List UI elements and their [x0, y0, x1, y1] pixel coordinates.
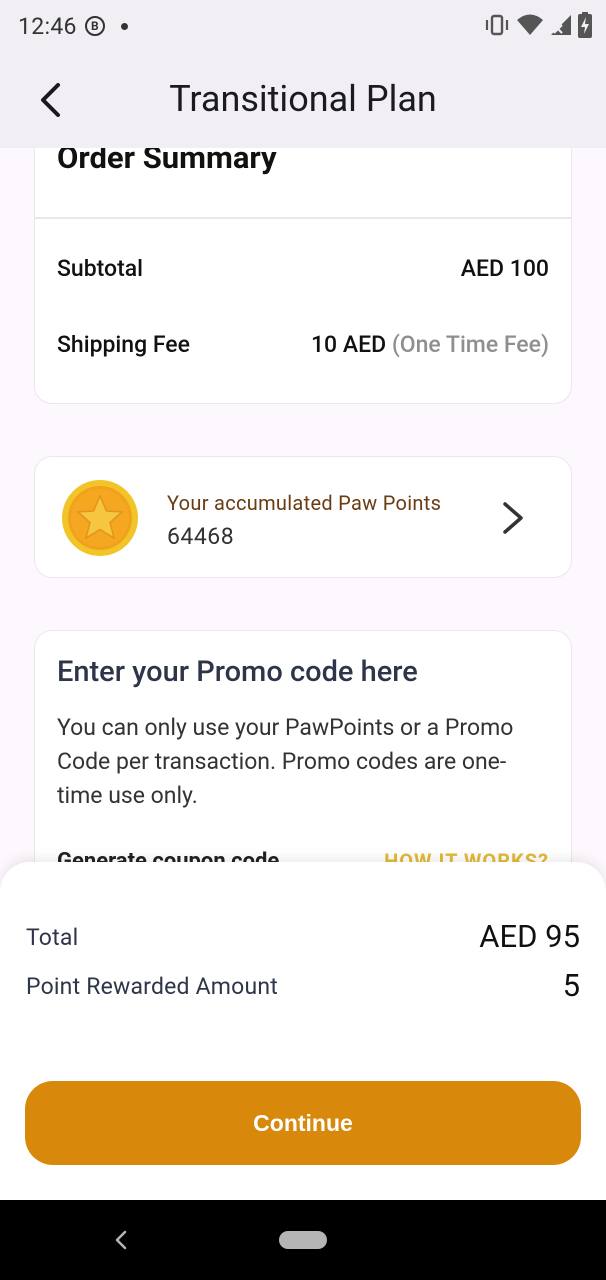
- scroll-content[interactable]: Order Summary Subtotal AED 100 Shipping …: [0, 148, 606, 868]
- shipping-note: (One Time Fee): [391, 331, 549, 358]
- signal-icon: [551, 15, 571, 35]
- chevron-right-icon[interactable]: [501, 501, 525, 535]
- wifi-icon: [517, 14, 543, 35]
- page-title: Transitional Plan: [169, 78, 437, 120]
- continue-button[interactable]: Continue: [25, 1081, 581, 1165]
- order-summary-title: Order Summary: [57, 148, 277, 176]
- status-time: 12:46: [18, 12, 77, 40]
- battery-charging-icon: [578, 12, 592, 38]
- subtotal-label: Subtotal: [57, 255, 144, 282]
- shipping-value-group: 10 AED (One Time Fee): [311, 331, 549, 358]
- nav-home-pill[interactable]: [279, 1231, 327, 1249]
- total-value: AED 95: [479, 918, 580, 955]
- promo-description: You can only use your PawPoints or a Pro…: [57, 714, 514, 809]
- system-nav-bar: [0, 1200, 606, 1280]
- paw-points-value: 64468: [167, 523, 235, 550]
- total-label: Total: [26, 924, 79, 951]
- order-total-sheet: Total AED 95 Point Rewarded Amount 5 Con…: [0, 862, 606, 1200]
- order-summary-card: Order Summary Subtotal AED 100 Shipping …: [34, 148, 572, 404]
- status-bar: 12:46 B: [0, 0, 606, 52]
- promo-title: Enter your Promo code here: [57, 655, 418, 689]
- app-bar: Transitional Plan: [0, 52, 606, 148]
- divider: [35, 217, 571, 219]
- subtotal-row: Subtotal AED 100: [57, 255, 549, 282]
- vibrate-icon: [485, 14, 509, 36]
- notification-dot-icon: [120, 22, 128, 30]
- reward-value: 5: [562, 967, 580, 1004]
- subtotal-value: AED 100: [460, 255, 549, 282]
- paw-points-label: Your accumulated Paw Points: [167, 491, 442, 515]
- status-badge: B: [84, 16, 105, 36]
- shipping-label: Shipping Fee: [57, 331, 190, 358]
- nav-back-icon[interactable]: [110, 1226, 132, 1254]
- status-icons: [484, 12, 592, 38]
- shipping-value: 10 AED: [310, 331, 387, 358]
- star-coin-icon: [62, 480, 138, 556]
- paw-points-card[interactable]: Your accumulated Paw Points 64468: [34, 456, 572, 578]
- promo-code-card: Enter your Promo code here You can only …: [34, 630, 572, 868]
- reward-label: Point Rewarded Amount: [26, 973, 278, 1000]
- shipping-row: Shipping Fee 10 AED (One Time Fee): [57, 331, 549, 358]
